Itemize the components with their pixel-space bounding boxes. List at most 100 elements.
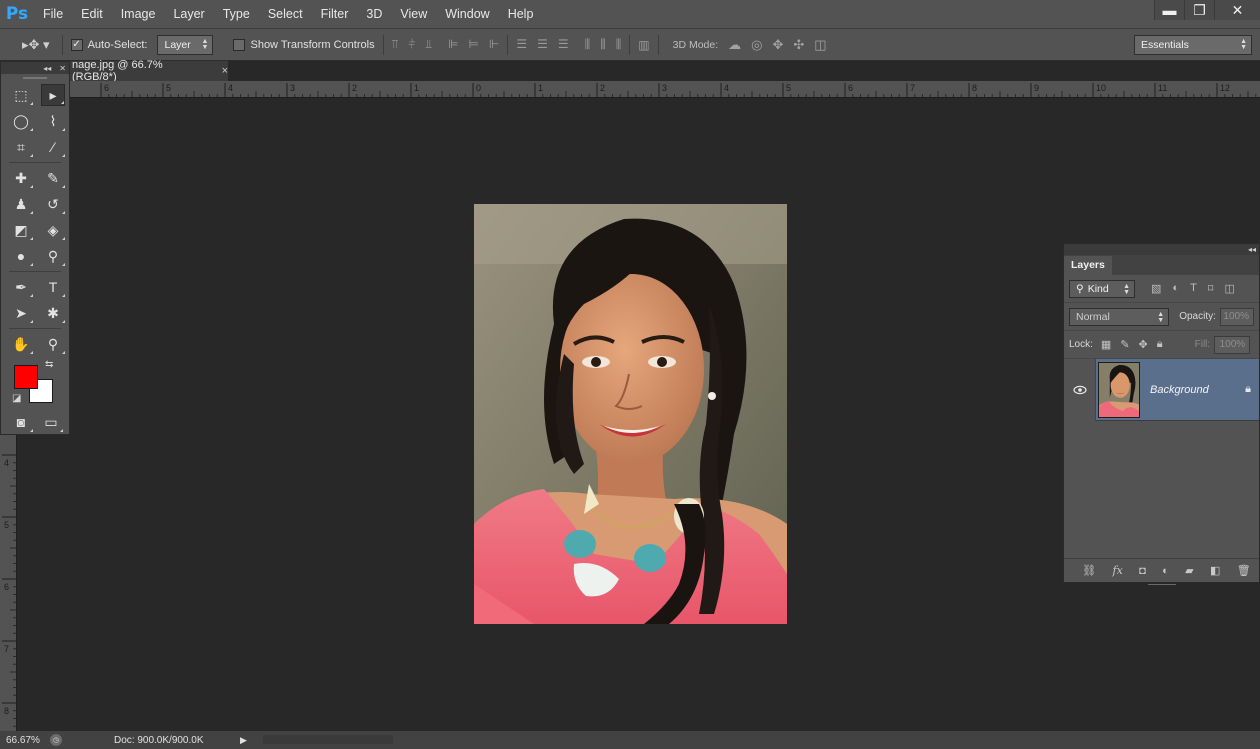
swap-colors-icon[interactable]: ⇆ <box>45 359 53 370</box>
custom-shape-tool-icon[interactable]: ✱ <box>41 302 65 324</box>
menu-image[interactable]: Image <box>112 0 165 28</box>
minimize-button[interactable]: ▬ <box>1154 0 1184 20</box>
zoom-level-field[interactable]: 66.67% <box>0 735 46 746</box>
default-colors-icon[interactable]: ◪ <box>12 393 21 404</box>
menu-file[interactable]: File <box>34 0 72 28</box>
filter-adjustment-icon[interactable]: ◐ <box>1172 282 1179 295</box>
horizontal-ruler[interactable]: 6 5 4 3 2 1 0 1 2 3 4 5 6 7 8 9 10 11 12 <box>70 81 1260 98</box>
distribute-right-icon[interactable]: ⫼ <box>616 37 622 52</box>
layer-name[interactable]: Background <box>1150 384 1209 396</box>
3d-roll-icon[interactable]: ◎ <box>751 37 762 53</box>
vertical-ruler[interactable]: 4 5 6 7 8 <box>0 435 17 731</box>
healing-brush-tool-icon[interactable]: ✚ <box>9 167 33 189</box>
align-vcenter-icon[interactable]: ⫩ <box>408 37 415 52</box>
menu-select[interactable]: Select <box>259 0 312 28</box>
distribute-top-icon[interactable]: ☰ <box>516 37 527 52</box>
menu-filter[interactable]: Filter <box>312 0 358 28</box>
status-info-icon[interactable]: ◷ <box>50 734 62 746</box>
new-group-folder-icon[interactable]: ▰ <box>1185 564 1193 577</box>
crop-tool-icon[interactable]: ⌗ <box>9 136 33 158</box>
align-right-icon[interactable]: ⊩ <box>489 37 499 52</box>
align-bottom-icon[interactable]: ⫫ <box>425 37 432 52</box>
filter-type-icon[interactable]: T <box>1190 282 1197 295</box>
distribute-vcenter-icon[interactable]: ☰ <box>537 37 548 52</box>
filter-smart-object-icon[interactable]: ◫ <box>1224 282 1234 295</box>
layer-thumbnail[interactable] <box>1098 361 1140 418</box>
distribute-bottom-icon[interactable]: ☰ <box>558 37 569 52</box>
path-selection-tool-icon[interactable]: ➤ <box>9 302 33 324</box>
quick-mask-icon[interactable]: ◙ <box>9 411 33 433</box>
menu-help[interactable]: Help <box>499 0 543 28</box>
marquee-tool-icon[interactable]: ⬚ <box>9 84 33 106</box>
align-top-icon[interactable]: ⫪ <box>392 37 399 52</box>
menu-view[interactable]: View <box>391 0 436 28</box>
close-panel-icon[interactable]: ✕ <box>59 64 66 73</box>
eraser-tool-icon[interactable]: ◩ <box>9 219 33 241</box>
lock-pixels-icon[interactable]: ✎ <box>1120 338 1129 351</box>
show-transform-checkbox[interactable] <box>233 38 246 51</box>
distribute-hcenter-icon[interactable]: ⫼ <box>600 37 606 52</box>
lock-all-icon[interactable]: 🔒︎ <box>1157 338 1163 351</box>
zoom-tool-icon[interactable]: ⚲ <box>41 333 65 355</box>
3d-slide-icon[interactable]: ✣ <box>793 37 804 53</box>
layers-panel-topbar[interactable]: ◂◂ <box>1064 244 1259 255</box>
blur-tool-icon[interactable]: ● <box>9 245 33 267</box>
close-button[interactable]: ✕ <box>1214 0 1260 20</box>
close-tab-icon[interactable]: × <box>222 65 228 77</box>
brush-tool-icon[interactable]: ✎ <box>41 167 65 189</box>
lock-position-icon[interactable]: ✥ <box>1139 338 1148 351</box>
blend-mode-dropdown[interactable]: Normal ▲ ▼ <box>1069 307 1170 326</box>
move-tool-icon[interactable]: ▸ <box>41 84 65 106</box>
menu-layer[interactable]: Layer <box>164 0 213 28</box>
eyedropper-tool-icon[interactable]: ⁄ <box>41 136 65 158</box>
lock-transparent-icon[interactable]: ▦ <box>1101 338 1111 351</box>
link-layers-icon[interactable]: ⛓ <box>1082 564 1096 577</box>
paint-bucket-tool-icon[interactable]: ◈ <box>41 219 65 241</box>
quick-select-tool-icon[interactable]: ⌇ <box>41 110 65 132</box>
3d-scale-icon[interactable]: ◫ <box>814 37 826 53</box>
auto-select-target-dropdown[interactable]: Layer ▲ ▼ <box>157 34 214 55</box>
menu-edit[interactable]: Edit <box>72 0 112 28</box>
clone-stamp-tool-icon[interactable]: ♟ <box>9 193 33 215</box>
document-tab[interactable]: nage.jpg @ 66.7% (RGB/8*) × <box>70 59 228 83</box>
horizontal-scrollbar[interactable] <box>263 735 393 744</box>
panel-resize-handle[interactable] <box>1148 584 1176 586</box>
menu-3d[interactable]: 3D <box>357 0 391 28</box>
tools-panel-header[interactable]: ◂◂ ✕ <box>1 62 69 74</box>
tab-layers[interactable]: Layers <box>1064 256 1112 275</box>
layer-row[interactable]: Background 🔒︎ <box>1064 358 1259 421</box>
fx-icon[interactable]: fx <box>1113 564 1123 577</box>
filter-shape-icon[interactable]: ⌑ <box>1208 282 1214 295</box>
menu-window[interactable]: Window <box>436 0 498 28</box>
3d-orbit-icon[interactable]: ☁ <box>728 37 741 53</box>
auto-select-checkbox[interactable]: ✓ <box>70 38 83 51</box>
align-left-icon[interactable]: ⊫ <box>448 37 458 52</box>
workspace-dropdown[interactable]: Essentials ▲ ▼ <box>1134 35 1252 55</box>
collapse-panel-icon[interactable]: ◂◂ <box>1248 245 1256 254</box>
layer-filter-dropdown[interactable]: ⚲ Kind ▲ ▼ <box>1069 279 1135 298</box>
trash-icon[interactable]: 🗑 <box>1237 564 1251 577</box>
pen-tool-icon[interactable]: ✒ <box>9 276 33 298</box>
distribute-left-icon[interactable]: ⫼ <box>585 37 591 52</box>
status-menu-arrow-icon[interactable]: ▶ <box>240 735 247 746</box>
history-brush-tool-icon[interactable]: ↺ <box>41 193 65 215</box>
restore-button[interactable]: ❐ <box>1184 0 1214 20</box>
collapse-panel-icon[interactable]: ◂◂ <box>43 64 51 73</box>
hand-tool-icon[interactable]: ✋ <box>9 333 33 355</box>
foreground-color-swatch[interactable] <box>14 365 38 389</box>
adjustment-layer-icon[interactable]: ◐ <box>1162 565 1169 577</box>
move-tool-preset-icon[interactable]: ▸✥ ▾ <box>22 37 50 53</box>
new-layer-icon[interactable]: ◧ <box>1210 564 1220 577</box>
filter-pixel-icon[interactable]: ▧ <box>1151 282 1161 295</box>
menu-type[interactable]: Type <box>214 0 259 28</box>
align-hcenter-icon[interactable]: ⊨ <box>468 37 478 52</box>
add-mask-icon[interactable]: ◘ <box>1139 565 1146 577</box>
document-image[interactable] <box>474 204 787 624</box>
opacity-field[interactable]: 100% <box>1219 307 1254 326</box>
layer-lock-icon[interactable]: 🔒︎ <box>1245 383 1251 396</box>
fill-field[interactable]: 100% <box>1214 335 1251 354</box>
dodge-tool-icon[interactable]: ⚲ <box>41 245 65 267</box>
3d-pan-icon[interactable]: ✥ <box>772 37 783 53</box>
lasso-tool-icon[interactable]: ◯ <box>9 110 33 132</box>
tools-panel-grip[interactable] <box>1 74 69 82</box>
